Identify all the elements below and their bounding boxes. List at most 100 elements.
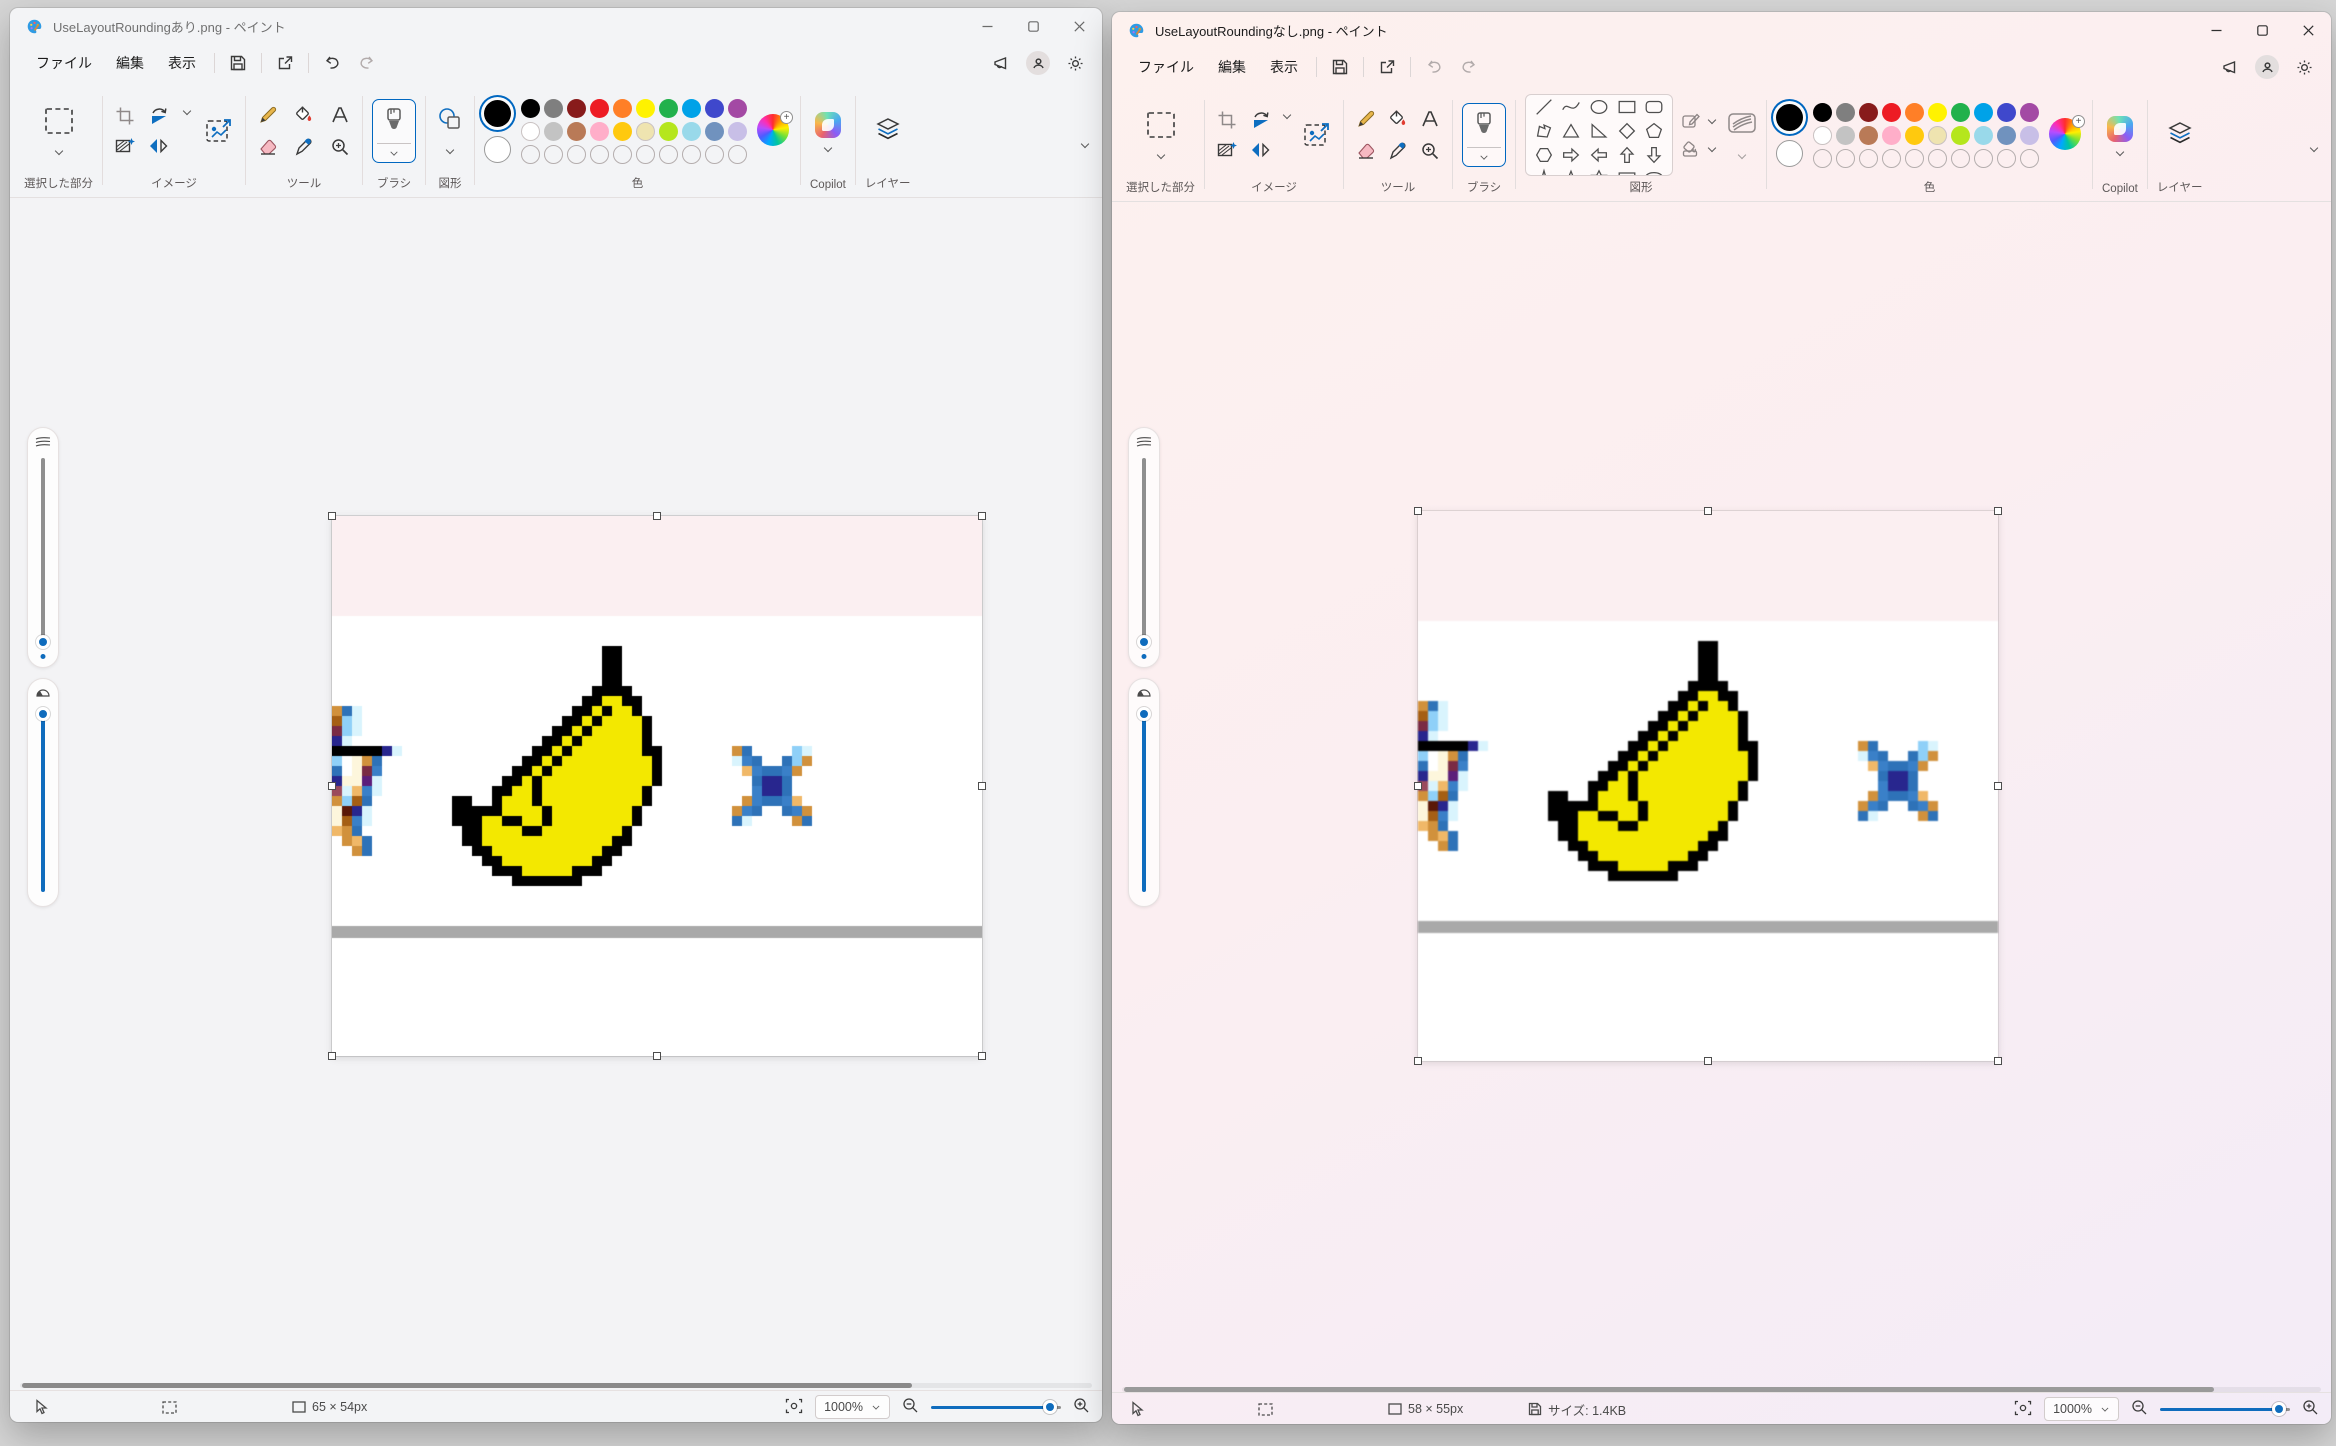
palette-swatch-empty[interactable] (1836, 149, 1855, 168)
color-picker-icon[interactable] (291, 134, 317, 160)
document-canvas[interactable] (1418, 511, 1998, 1061)
eraser-icon[interactable] (1353, 138, 1379, 164)
palette-swatch-empty[interactable] (659, 145, 678, 164)
flip-icon[interactable] (1248, 137, 1274, 163)
shape-arrow-right[interactable] (1560, 144, 1582, 171)
selection-handle[interactable] (328, 1052, 336, 1060)
palette-swatch[interactable] (567, 122, 586, 141)
palette-swatch-empty[interactable] (682, 145, 701, 164)
selection-handle[interactable] (978, 782, 986, 790)
zoom-slider[interactable] (2160, 1402, 2290, 1416)
minimize-button[interactable] (964, 8, 1010, 44)
shape-fill-dropdown[interactable] (1681, 140, 1717, 158)
palette-swatch[interactable] (636, 122, 655, 141)
shape-star-6[interactable] (1588, 168, 1610, 177)
palette-swatch[interactable] (1836, 126, 1855, 145)
palette-swatch[interactable] (1951, 103, 1970, 122)
palette-swatch[interactable] (1813, 126, 1832, 145)
feedback-megaphone-icon[interactable] (984, 48, 1018, 78)
menu-view[interactable]: 表示 (1258, 51, 1310, 83)
fill-bucket-icon[interactable] (291, 102, 317, 128)
magnifier-icon[interactable] (327, 134, 353, 160)
chevron-down-icon[interactable] (1480, 153, 1489, 162)
titlebar[interactable]: UseLayoutRoundingあり.png - ペイント (10, 8, 1102, 44)
select-tool-button[interactable] (42, 106, 76, 141)
pencil-icon[interactable] (255, 102, 281, 128)
palette-swatch-empty[interactable] (1951, 149, 1970, 168)
shapes-icon[interactable] (435, 106, 465, 139)
palette-swatch[interactable] (1974, 126, 1993, 145)
palette-swatch[interactable] (728, 122, 747, 141)
palette-swatch-empty[interactable] (1974, 149, 1993, 168)
redo-icon[interactable] (1451, 52, 1485, 82)
share-icon[interactable] (268, 48, 302, 78)
palette-swatch-empty[interactable] (728, 145, 747, 164)
layers-icon[interactable] (874, 116, 902, 147)
palette-swatch[interactable] (2020, 103, 2039, 122)
shape-rounded-rectangle[interactable] (1643, 96, 1665, 123)
palette-swatch[interactable] (1997, 126, 2016, 145)
zoom-level-select[interactable]: 1000% (815, 1395, 890, 1419)
flip-icon[interactable] (146, 133, 172, 159)
palette-swatch[interactable] (521, 99, 540, 118)
menu-file[interactable]: ファイル (1126, 51, 1206, 83)
zoom-slider[interactable] (931, 1400, 1061, 1414)
palette-swatch[interactable] (1882, 103, 1901, 122)
redo-icon[interactable] (349, 48, 383, 78)
shape-oval[interactable] (1588, 96, 1610, 123)
selection-handle[interactable] (653, 1052, 661, 1060)
shape-star-4[interactable] (1533, 168, 1555, 177)
menu-edit[interactable]: 編集 (1206, 51, 1258, 83)
palette-swatch-empty[interactable] (636, 145, 655, 164)
zoom-level-select[interactable]: 1000% (2044, 1397, 2119, 1421)
account-avatar[interactable] (2255, 55, 2279, 79)
zoom-out-icon[interactable] (902, 1397, 919, 1417)
canvas-viewport[interactable] (1112, 202, 2331, 1384)
selection-handle[interactable] (1414, 507, 1422, 515)
menu-file[interactable]: ファイル (24, 47, 104, 79)
color1-swatch[interactable] (484, 100, 511, 127)
slider-thumb[interactable] (1137, 635, 1151, 649)
palette-swatch[interactable] (1928, 103, 1947, 122)
settings-gear-icon[interactable] (1058, 48, 1092, 78)
chevron-down-icon[interactable] (445, 146, 455, 156)
palette-swatch[interactable] (544, 122, 563, 141)
palette-swatch[interactable] (705, 122, 724, 141)
palette-swatch[interactable] (682, 122, 701, 141)
minimize-button[interactable] (2193, 12, 2239, 48)
brush-size-slider[interactable] (1128, 427, 1160, 668)
crop-icon[interactable] (1214, 107, 1240, 133)
selection-handle[interactable] (328, 512, 336, 520)
palette-swatch[interactable] (1859, 103, 1878, 122)
menu-edit[interactable]: 編集 (104, 47, 156, 79)
text-tool-icon[interactable] (327, 102, 353, 128)
shape-outline-dropdown[interactable] (1681, 112, 1717, 130)
selection-handle[interactable] (1414, 1057, 1422, 1065)
shape-polygon[interactable] (1533, 120, 1555, 147)
shape-hexagon[interactable] (1533, 144, 1555, 171)
zoom-in-icon[interactable] (1073, 1397, 1090, 1417)
palette-swatch-empty[interactable] (567, 145, 586, 164)
zoom-out-icon[interactable] (2131, 1399, 2148, 1419)
magnifier-icon[interactable] (1417, 138, 1443, 164)
shape-rectangle[interactable] (1616, 96, 1638, 123)
color-picker-icon[interactable] (1385, 138, 1411, 164)
rotate-icon[interactable] (146, 103, 172, 129)
palette-swatch[interactable] (1974, 103, 1993, 122)
palette-swatch[interactable] (1951, 126, 1970, 145)
edit-colors-wheel[interactable]: + (757, 114, 791, 148)
fill-bucket-icon[interactable] (1385, 106, 1411, 132)
save-icon[interactable] (1323, 52, 1357, 82)
chevron-down-icon[interactable] (54, 147, 64, 157)
palette-swatch[interactable] (728, 99, 747, 118)
color2-swatch[interactable] (1776, 140, 1803, 167)
palette-swatch[interactable] (636, 99, 655, 118)
zoom-in-icon[interactable] (2302, 1399, 2319, 1419)
palette-swatch[interactable] (1905, 103, 1924, 122)
chevron-down-icon[interactable] (2115, 148, 2125, 158)
resize-image-icon[interactable] (1300, 118, 1334, 152)
eraser-icon[interactable] (255, 134, 281, 160)
palette-swatch-empty[interactable] (544, 145, 563, 164)
zoom-slider-thumb[interactable] (2272, 1402, 2286, 1416)
brush-tool-button[interactable] (372, 99, 416, 163)
